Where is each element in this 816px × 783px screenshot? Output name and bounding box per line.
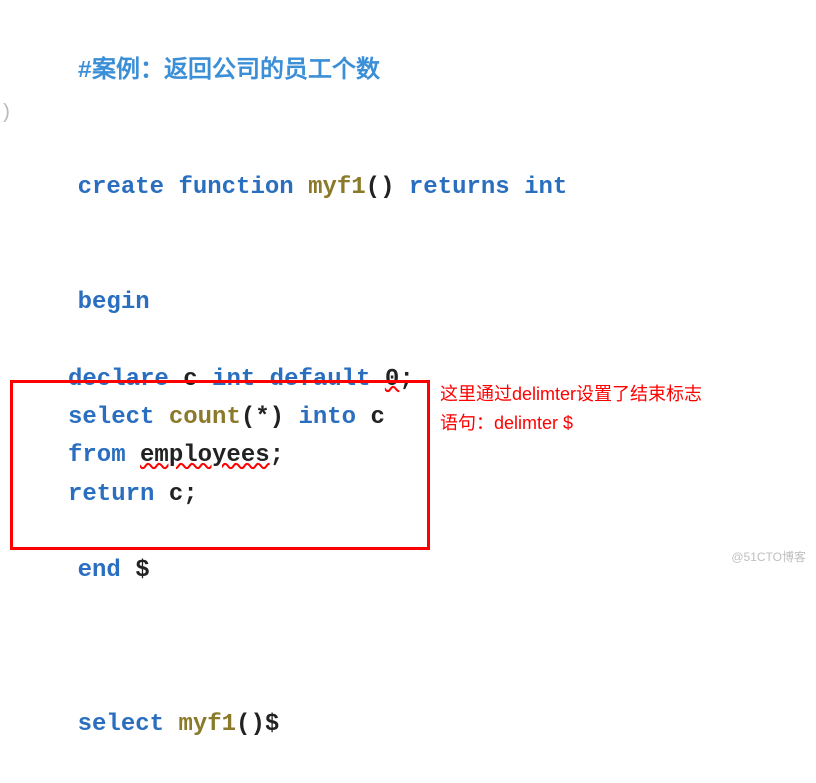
highlight-box bbox=[10, 380, 430, 550]
annotation-block: 这里通过delimter设置了结束标志 语句：delimter $ bbox=[440, 380, 702, 438]
dollar: $ bbox=[135, 557, 149, 584]
kw-end: end bbox=[78, 557, 121, 584]
paren: () bbox=[366, 174, 395, 201]
code-line-create: create function myf1() returns int bbox=[20, 130, 796, 245]
kw-returns: returns bbox=[409, 174, 510, 201]
func-name2: myf1 bbox=[178, 711, 236, 738]
code-line-select2: select myf1()$ bbox=[20, 668, 796, 783]
tail: ()$ bbox=[236, 711, 279, 738]
watermark: @51CTO博客 bbox=[731, 548, 806, 567]
code-comment: #案例：返回公司的员工个数 bbox=[20, 15, 796, 130]
comment-text: #案例：返回公司的员工个数 bbox=[78, 58, 380, 85]
kw-create: create bbox=[78, 174, 164, 201]
annotation-line2: 语句：delimter $ bbox=[440, 409, 702, 438]
func-name: myf1 bbox=[308, 174, 366, 201]
annotation-line1: 这里通过delimter设置了结束标志 bbox=[440, 380, 702, 409]
kw-select2: select bbox=[78, 711, 164, 738]
kw-int: int bbox=[524, 174, 567, 201]
kw-begin: begin bbox=[78, 289, 150, 316]
kw-function: function bbox=[178, 174, 293, 201]
code-line-begin: begin bbox=[20, 245, 796, 360]
fold-marker: ) bbox=[0, 98, 12, 130]
blank-line bbox=[20, 629, 796, 667]
